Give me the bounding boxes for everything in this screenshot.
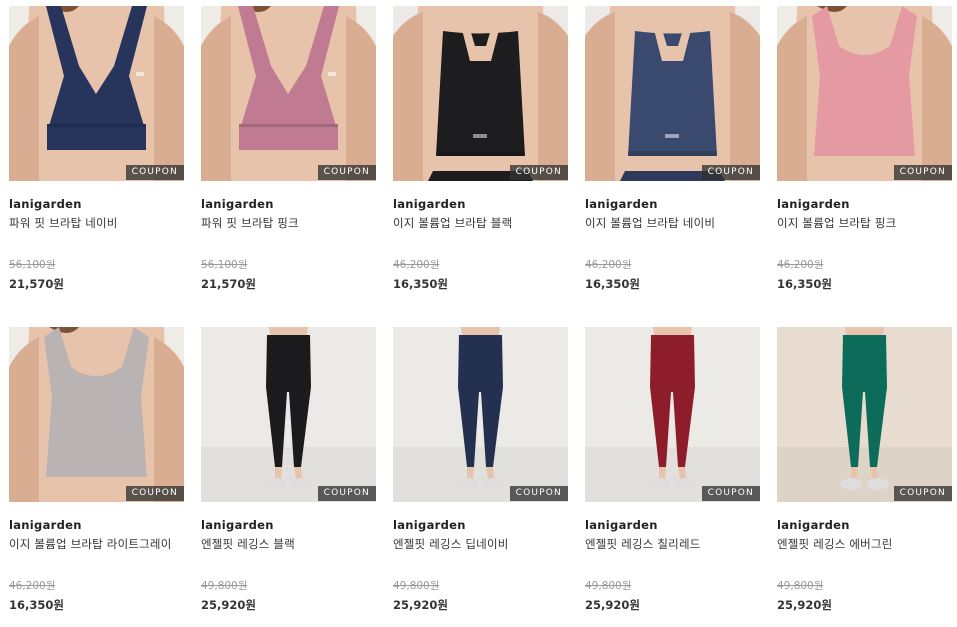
sale-price: 25,920원: [585, 598, 640, 612]
product-name[interactable]: 파워 핏 브라탑 핑크: [201, 215, 299, 231]
original-price: 49,800원: [777, 580, 824, 592]
product-card[interactable]: COUPON lanigarden 이지 볼륨업 브라탑 라이트그레이 46,2…: [9, 327, 184, 627]
product-photo: [9, 6, 184, 181]
product-image[interactable]: [585, 6, 760, 181]
product-card[interactable]: COUPON lanigarden 이지 볼륨업 브라탑 핑크 46,200원 …: [777, 6, 952, 306]
product-image[interactable]: [9, 6, 184, 181]
product-card[interactable]: COUPON lanigarden 파워 핏 브라탑 핑크 56,100원 21…: [201, 6, 376, 306]
product-name[interactable]: 파워 핏 브라탑 네이비: [9, 215, 118, 231]
product-name[interactable]: 엔젤핏 레깅스 딥네이비: [393, 536, 509, 552]
product-photo: [777, 327, 952, 502]
sale-price: 16,350원: [777, 277, 832, 291]
product-name[interactable]: 이지 볼륨업 브라탑 핑크: [777, 215, 896, 231]
product-photo: [393, 327, 568, 502]
product-name[interactable]: 엔젤핏 레깅스 블랙: [201, 536, 295, 552]
brand-name[interactable]: lanigarden: [777, 197, 850, 211]
sale-price: 16,350원: [9, 598, 64, 612]
product-card[interactable]: COUPON lanigarden 엔젤핏 레깅스 에버그린 49,800원 2…: [777, 327, 952, 627]
sale-price: 25,920원: [201, 598, 256, 612]
sale-price: 21,570원: [201, 277, 256, 291]
product-image[interactable]: [393, 327, 568, 502]
product-photo: [9, 327, 184, 502]
brand-name[interactable]: lanigarden: [585, 518, 658, 532]
original-price: 56,100원: [9, 259, 56, 271]
product-image[interactable]: [201, 6, 376, 181]
product-card[interactable]: COUPON lanigarden 엔젤핏 레깅스 블랙 49,800원 25,…: [201, 327, 376, 627]
original-price: 56,100원: [201, 259, 248, 271]
product-image[interactable]: [201, 327, 376, 502]
product-image[interactable]: [777, 327, 952, 502]
product-photo: [201, 6, 376, 181]
product-image[interactable]: [777, 6, 952, 181]
original-price: 49,800원: [201, 580, 248, 592]
coupon-badge: COUPON: [701, 165, 760, 180]
brand-name[interactable]: lanigarden: [393, 518, 466, 532]
coupon-badge: COUPON: [317, 486, 376, 501]
original-price: 49,800원: [393, 580, 440, 592]
brand-name[interactable]: lanigarden: [9, 518, 82, 532]
sale-price: 16,350원: [393, 277, 448, 291]
brand-name[interactable]: lanigarden: [777, 518, 850, 532]
original-price: 46,200원: [9, 580, 56, 592]
brand-name[interactable]: lanigarden: [585, 197, 658, 211]
coupon-badge: COUPON: [893, 486, 952, 501]
product-card[interactable]: COUPON lanigarden 엔젤핏 레깅스 칠리레드 49,800원 2…: [585, 327, 760, 627]
product-name[interactable]: 엔젤핏 레깅스 에버그린: [777, 536, 893, 552]
product-name[interactable]: 이지 볼륨업 브라탑 라이트그레이: [9, 536, 172, 552]
product-card[interactable]: COUPON lanigarden 이지 볼륨업 브라탑 블랙 46,200원 …: [393, 6, 568, 306]
sale-price: 25,920원: [393, 598, 448, 612]
coupon-badge: COUPON: [125, 486, 184, 501]
brand-name[interactable]: lanigarden: [9, 197, 82, 211]
sale-price: 25,920원: [777, 598, 832, 612]
product-image[interactable]: [585, 327, 760, 502]
brand-name[interactable]: lanigarden: [201, 518, 274, 532]
product-card[interactable]: COUPON lanigarden 이지 볼륨업 브라탑 네이비 46,200원…: [585, 6, 760, 306]
coupon-badge: COUPON: [317, 165, 376, 180]
brand-name[interactable]: lanigarden: [201, 197, 274, 211]
sale-price: 16,350원: [585, 277, 640, 291]
product-card[interactable]: COUPON lanigarden 파워 핏 브라탑 네이비 56,100원 2…: [9, 6, 184, 306]
original-price: 46,200원: [393, 259, 440, 271]
original-price: 49,800원: [585, 580, 632, 592]
product-image[interactable]: [393, 6, 568, 181]
product-grid: COUPON lanigarden 파워 핏 브라탑 네이비 56,100원 2…: [0, 0, 957, 623]
original-price: 46,200원: [777, 259, 824, 271]
product-name[interactable]: 이지 볼륨업 브라탑 네이비: [585, 215, 715, 231]
product-name[interactable]: 엔젤핏 레깅스 칠리레드: [585, 536, 701, 552]
product-photo: [393, 6, 568, 181]
coupon-badge: COUPON: [701, 486, 760, 501]
coupon-badge: COUPON: [893, 165, 952, 180]
product-photo: [585, 6, 760, 181]
product-photo: [201, 327, 376, 502]
product-photo: [585, 327, 760, 502]
product-card[interactable]: COUPON lanigarden 엔젤핏 레깅스 딥네이비 49,800원 2…: [393, 327, 568, 627]
coupon-badge: COUPON: [125, 165, 184, 180]
product-name[interactable]: 이지 볼륨업 브라탑 블랙: [393, 215, 512, 231]
brand-name[interactable]: lanigarden: [393, 197, 466, 211]
coupon-badge: COUPON: [509, 165, 568, 180]
sale-price: 21,570원: [9, 277, 64, 291]
product-photo: [777, 6, 952, 181]
product-image[interactable]: [9, 327, 184, 502]
coupon-badge: COUPON: [509, 486, 568, 501]
original-price: 46,200원: [585, 259, 632, 271]
